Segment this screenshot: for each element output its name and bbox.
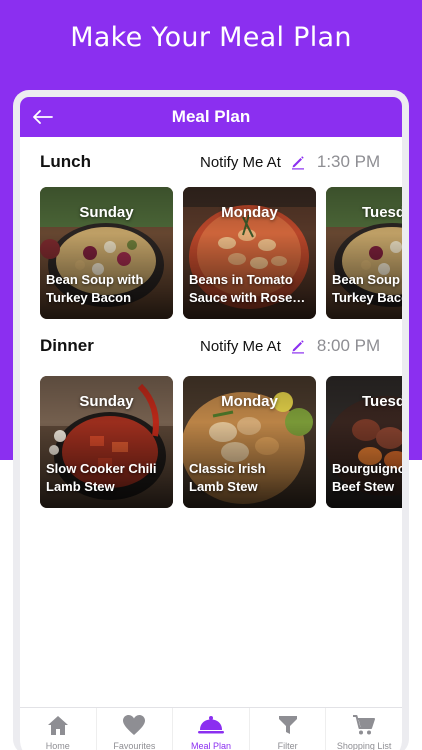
meal-card-dinner-sunday[interactable]: Sunday Slow Cooker Chili Lamb Stew (40, 376, 173, 508)
card-meal-name: Bourguigno Beef Stew (332, 461, 402, 494)
bottom-tab-bar: Home Favourites Meal Plan Filter Shoppin… (20, 707, 402, 750)
meal-card-lunch-tuesday[interactable]: Tuesd Bean Soup Turkey Baco (326, 187, 402, 319)
pencil-icon (291, 340, 304, 354)
dinner-section-header: Dinner Notify Me At 8:00 PM (20, 331, 402, 361)
section-title-lunch: Lunch (40, 152, 91, 171)
edit-lunch-time-button[interactable] (289, 153, 307, 171)
tab-label: Shopping List (336, 741, 392, 750)
tab-label: Favourites (113, 741, 156, 750)
heart-icon (123, 715, 146, 735)
pencil-icon (291, 156, 304, 170)
card-meal-name: Beans in Tomato Sauce with Rose… (189, 272, 306, 305)
arrow-left-icon (33, 110, 53, 124)
tab-filter[interactable]: Filter (250, 708, 327, 750)
dinner-carousel[interactable]: Sunday Slow Cooker Chili Lamb Stew Monda… (40, 376, 402, 508)
card-meal-name: Slow Cooker Chili Lamb Stew (46, 461, 157, 494)
tab-shopping-list[interactable]: Shopping List (326, 708, 402, 750)
cart-icon (353, 715, 376, 735)
notify-label: Notify Me At (200, 337, 281, 355)
edit-dinner-time-button[interactable] (289, 337, 307, 355)
meal-card-lunch-monday[interactable]: Monday Beans in Tomato Sauce with Rose… (183, 187, 316, 319)
dish-cover-icon (197, 716, 224, 734)
card-day: Monday (221, 204, 278, 221)
dinner-notify: Notify Me At 8:00 PM (200, 336, 380, 356)
meal-card-dinner-monday[interactable]: Monday Classic Irish Lamb Stew (183, 376, 316, 508)
card-day: Sunday (79, 393, 134, 410)
app-bar: Meal Plan (20, 97, 402, 137)
card-day: Sunday (79, 204, 134, 221)
card-day: Tuesd (362, 393, 402, 410)
lunch-time[interactable]: 1:30 PM (317, 152, 380, 172)
notify-label: Notify Me At (200, 153, 281, 171)
tab-home[interactable]: Home (20, 708, 97, 750)
card-day: Tuesd (362, 204, 402, 221)
card-day: Monday (221, 393, 278, 410)
lunch-section-header: Lunch Notify Me At 1:30 PM (20, 147, 402, 177)
promo-title: Make Your Meal Plan (70, 22, 352, 53)
tab-meal-plan[interactable]: Meal Plan (173, 708, 250, 750)
home-icon (47, 716, 68, 735)
tab-label: Meal Plan (190, 741, 231, 750)
meal-card-dinner-tuesday[interactable]: Tuesd Bourguigno Beef Stew (326, 376, 402, 508)
section-title-dinner: Dinner (40, 336, 94, 355)
phone-frame: Meal Plan Lunch Notify Me At 1:30 PM Sun… (13, 90, 409, 750)
tab-favourites[interactable]: Favourites (97, 708, 174, 750)
card-meal-name: Classic Irish Lamb Stew (189, 461, 266, 494)
dinner-time[interactable]: 8:00 PM (317, 336, 380, 356)
card-meal-name: Bean Soup with Turkey Bacon (46, 272, 144, 305)
card-meal-name: Bean Soup Turkey Baco (332, 272, 402, 305)
back-button[interactable] (30, 105, 56, 129)
filter-icon (278, 716, 297, 734)
lunch-notify: Notify Me At 1:30 PM (200, 152, 380, 172)
tab-label: Filter (277, 741, 298, 750)
tab-label: Home (45, 741, 70, 750)
lunch-carousel[interactable]: Sunday Bean Soup with Turkey Bacon Monda… (40, 187, 402, 319)
meal-card-lunch-sunday[interactable]: Sunday Bean Soup with Turkey Bacon (40, 187, 173, 319)
page-title: Meal Plan (171, 107, 251, 126)
